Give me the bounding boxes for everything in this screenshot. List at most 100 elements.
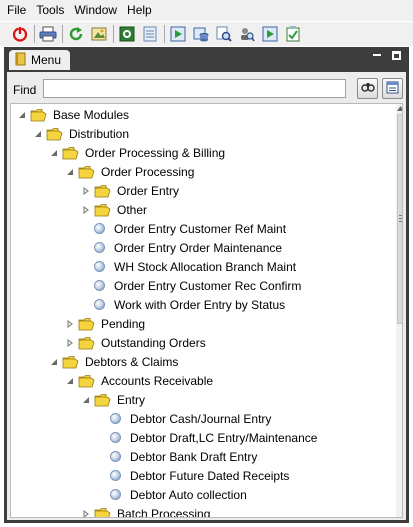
tree-leaf-item[interactable]: WH Stock Allocation Branch Maint (81, 257, 296, 276)
tree-folder-item[interactable]: Base Modules (17, 105, 129, 124)
database-icon[interactable] (192, 25, 210, 43)
tree-leaf-item[interactable]: Debtor Bank Draft Entry (97, 447, 257, 466)
tree-leaf-item[interactable]: Debtor Auto collection (97, 485, 247, 504)
expanded-arrow-icon[interactable] (49, 148, 59, 158)
book-icon (15, 52, 27, 69)
tree-leaf-item[interactable]: Debtor Draft,LC Entry/Maintenance (97, 428, 317, 447)
collapsed-arrow-icon[interactable] (81, 509, 91, 517)
find-input[interactable] (43, 79, 346, 98)
menu-bar: File Tools Window Help (0, 0, 413, 21)
tree-folder-item[interactable]: Order Processing & Billing (49, 143, 225, 162)
run-program-icon[interactable] (169, 25, 187, 43)
collapsed-arrow-icon[interactable] (65, 338, 75, 348)
tree-folder-item[interactable]: Pending (65, 314, 145, 333)
tree-folder-item[interactable]: Distribution (33, 124, 129, 143)
menu-file[interactable]: File (2, 0, 31, 21)
tab-menu-label: Menu (31, 53, 62, 67)
menu-help[interactable]: Help (122, 0, 157, 21)
menu-window-frame: Menu Find Base Modules Distribution Order … (4, 47, 409, 523)
run-job-icon[interactable] (261, 25, 279, 43)
menu-window[interactable]: Window (69, 0, 122, 21)
program-icon (94, 223, 105, 234)
window-list-icon (386, 81, 399, 97)
program-icon (94, 299, 105, 310)
tree-item-label: Debtors & Claims (85, 354, 179, 369)
tree-leaf-item[interactable]: Work with Order Entry by Status (81, 295, 285, 314)
tree-folder-item[interactable]: Accounts Receivable (65, 371, 213, 390)
tree-folder-item[interactable]: Other (81, 200, 147, 219)
tree-leaf-item[interactable]: Order Entry Customer Ref Maint (81, 219, 286, 238)
tree-item-label: Work with Order Entry by Status (114, 297, 286, 312)
tree-folder-item[interactable]: Entry (81, 390, 145, 409)
tree-item-label: Entry (117, 392, 146, 407)
scrollbar-thumb[interactable] (397, 114, 402, 324)
tree-folder-item[interactable]: Order Processing (65, 162, 194, 181)
program-icon (110, 451, 121, 462)
maximize-button[interactable] (392, 51, 401, 60)
toolbar-separator (34, 25, 35, 43)
folder-icon (30, 108, 47, 122)
program-icon (110, 470, 121, 481)
tree-item-label: Order Entry (117, 183, 180, 198)
program-icon (110, 489, 121, 500)
tree-item-label: WH Stock Allocation Branch Maint (114, 259, 297, 274)
scrollbar-grip (399, 221, 402, 222)
toolbar (0, 22, 413, 46)
expanded-arrow-icon[interactable] (65, 376, 75, 386)
tree-item-label: Order Entry Order Maintenance (114, 240, 283, 255)
tree-item-label: Other (117, 202, 148, 217)
find-button[interactable] (357, 78, 378, 99)
tree-leaf-item[interactable]: Debtor Cash/Journal Entry (97, 409, 271, 428)
refresh-icon[interactable] (67, 25, 85, 43)
collapsed-arrow-icon[interactable] (81, 186, 91, 196)
tree-item-label: Distribution (69, 126, 130, 141)
tree-item-label: Debtor Future Dated Receipts (130, 468, 290, 483)
program-icon (94, 242, 105, 253)
users-search-icon[interactable] (238, 25, 256, 43)
menu-tools[interactable]: Tools (31, 0, 69, 21)
tree-folder-item[interactable]: Outstanding Orders (65, 333, 206, 352)
tree-folder-item[interactable]: Debtors & Claims (49, 352, 178, 371)
program-icon (110, 413, 121, 424)
menu-tree: Base Modules Distribution Order Processing… (10, 103, 403, 518)
expanded-arrow-icon[interactable] (49, 357, 59, 367)
folder-icon (94, 203, 111, 217)
scrollbar-grip (399, 215, 402, 216)
notes-icon[interactable] (141, 25, 159, 43)
collapsed-arrow-icon[interactable] (65, 319, 75, 329)
expanded-arrow-icon[interactable] (81, 395, 91, 405)
folder-icon (78, 165, 95, 179)
tree-item-label: Base Modules (53, 107, 130, 122)
checklist-icon[interactable] (284, 25, 302, 43)
print-icon[interactable] (39, 25, 57, 43)
menu-panel: Find Base Modules Distribution Order Proce… (7, 72, 406, 520)
program-icon (94, 280, 105, 291)
scroll-up-icon[interactable] (396, 104, 402, 113)
tree-leaf-item[interactable]: Debtor Future Dated Receipts (97, 466, 289, 485)
folder-icon (78, 336, 95, 350)
expanded-arrow-icon[interactable] (65, 167, 75, 177)
expanded-arrow-icon[interactable] (17, 110, 27, 120)
clear-find-button[interactable] (382, 78, 403, 99)
folder-icon (46, 127, 63, 141)
folder-icon (94, 184, 111, 198)
expanded-arrow-icon[interactable] (33, 129, 43, 139)
tab-menu[interactable]: Menu (9, 50, 70, 70)
image-icon[interactable] (90, 25, 108, 43)
tree-item-label: Debtor Draft,LC Entry/Maintenance (130, 430, 318, 445)
vertical-scrollbar[interactable] (396, 104, 402, 517)
search-document-icon[interactable] (215, 25, 233, 43)
tree-item-label: Order Processing & Billing (85, 145, 226, 160)
power-icon[interactable] (11, 25, 29, 43)
folder-icon (62, 355, 79, 369)
tree-item-label: Accounts Receivable (101, 373, 214, 388)
binoculars-icon (360, 81, 375, 96)
tree-folder-item[interactable]: Order Entry (81, 181, 179, 200)
capture-icon[interactable] (118, 25, 136, 43)
collapsed-arrow-icon[interactable] (81, 205, 91, 215)
tree-folder-item[interactable]: Batch Processing (81, 504, 211, 518)
minimize-button[interactable] (373, 54, 381, 56)
tree-leaf-item[interactable]: Order Entry Order Maintenance (81, 238, 282, 257)
tree-leaf-item[interactable]: Order Entry Customer Rec Confirm (81, 276, 301, 295)
tree-item-label: Batch Processing (117, 506, 211, 518)
